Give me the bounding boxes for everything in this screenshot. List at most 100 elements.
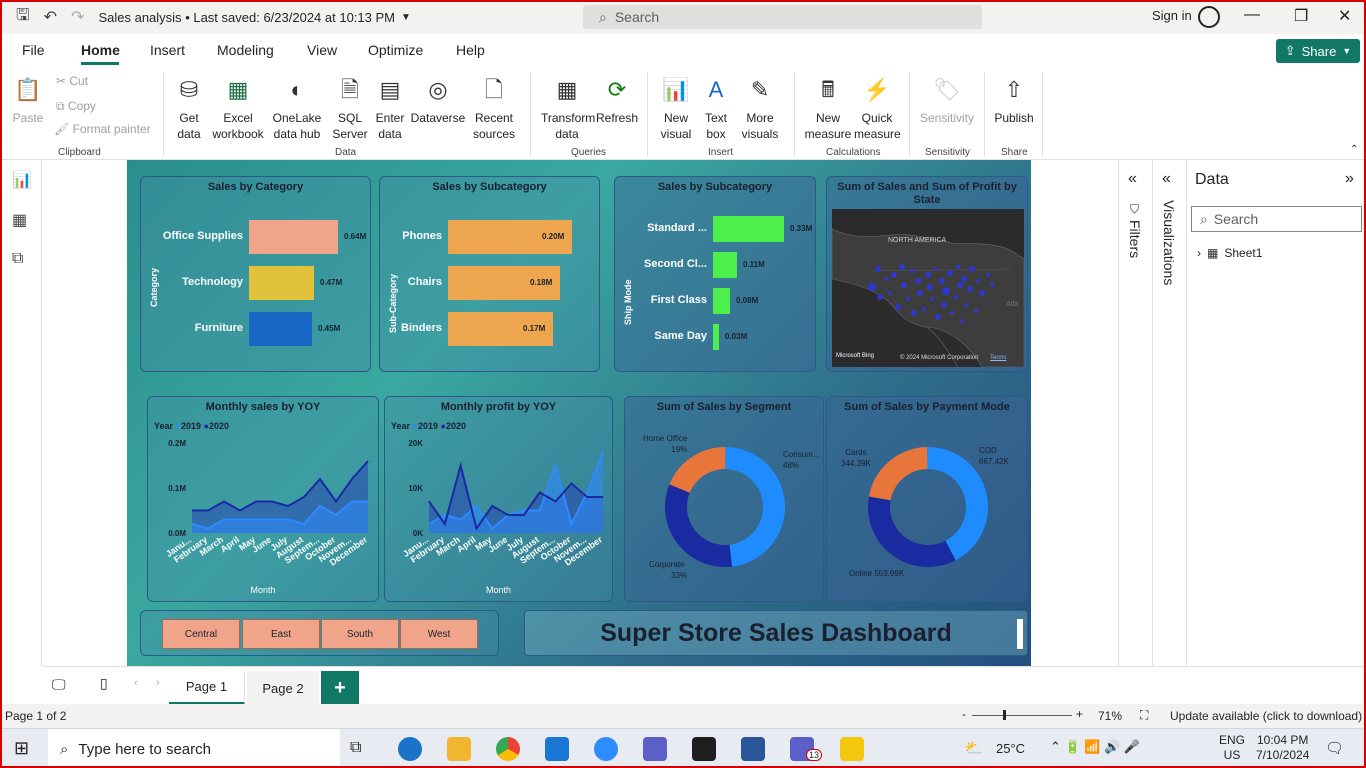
teams-icon[interactable] [643,737,667,761]
tab-optimize[interactable]: Optimize [368,42,423,58]
map-bubble[interactable] [868,283,876,291]
report-view-icon[interactable]: 📊 [12,170,32,190]
map-bubble[interactable] [939,278,945,284]
map-bubble[interactable] [915,278,921,284]
transform-data-button[interactable]: ▦ Transform data [540,74,595,142]
map-bubble[interactable] [877,294,883,300]
document-title[interactable]: Sales analysis • Last saved: 6/23/2024 a… [98,10,395,25]
edge-icon[interactable] [398,737,422,761]
tab-modeling[interactable]: Modeling [217,42,274,58]
map-bubble[interactable] [976,279,980,283]
excel-workbook-button[interactable]: ▦ Excel workbook [209,74,267,142]
mobile-layout-icon[interactable]: ▯ [100,675,108,692]
slicer-east[interactable]: East [242,619,320,649]
sign-in-link[interactable]: Sign in [1152,8,1192,23]
next-page-icon[interactable]: › [156,677,160,689]
map-bubble[interactable] [901,282,907,288]
bar-mark[interactable] [713,252,737,278]
map-bubble[interactable] [935,314,941,320]
desktop-layout-icon[interactable]: 🖵 [52,676,66,693]
new-visual-button[interactable]: 📊 New visual [656,74,696,142]
map-bubble[interactable] [967,286,973,292]
save-icon[interactable]: 🖫 [16,4,30,31]
system-tray-icons[interactable]: ⌃ 🔋 📶 🔊 🎤 [1050,739,1140,755]
onelake-button[interactable]: ◐ OneLake data hub [267,74,327,142]
map-bubble[interactable] [884,277,888,281]
tab-file[interactable]: File [22,42,45,58]
map-bubble[interactable] [950,311,954,315]
map-bubble[interactable] [960,319,964,323]
map-bubble[interactable] [957,282,963,288]
map-bubble[interactable] [875,266,881,272]
task-view-icon[interactable]: ⧉ [350,739,361,757]
zoom-slider-thumb[interactable] [1003,710,1006,720]
collapse-visualizations-icon[interactable]: « [1162,170,1171,188]
collapse-filters-icon[interactable]: « [1128,170,1137,188]
bar-mark[interactable] [249,312,312,346]
data-table-sheet1[interactable]: › ▦ Sheet1 [1197,246,1262,260]
publish-button[interactable]: ⇧ Publish [992,74,1036,126]
map-bubble[interactable] [911,310,917,316]
quick-measure-button[interactable]: ⚡ Quick measure [853,74,901,142]
redo-icon[interactable]: ↷ [71,7,84,27]
donut-slice[interactable] [665,484,733,567]
map-bubble[interactable] [917,290,923,296]
paste-button[interactable]: 📋 Paste [12,74,44,126]
region-slicer[interactable]: Central East South West [140,610,499,656]
webex-icon[interactable] [692,737,716,761]
map-bubble[interactable] [974,309,978,313]
fit-to-page-icon[interactable]: ⛶ [1140,708,1148,723]
map-bubble[interactable] [964,303,968,307]
map-bubble[interactable] [922,307,926,311]
weather-temperature[interactable]: 25°C [996,741,1025,756]
avatar-icon[interactable] [1198,6,1220,28]
donut-slice[interactable] [868,447,928,501]
text-box-button[interactable]: A Text box [698,74,734,142]
title-dropdown-icon[interactable]: ▼ [401,12,411,23]
add-page-button[interactable]: + [321,671,359,705]
bar-mark[interactable] [249,266,314,300]
get-data-button[interactable]: ⛁ Get data [170,74,208,142]
tab-view[interactable]: View [307,42,337,58]
slicer-west[interactable]: West [400,619,478,649]
bar-mark[interactable] [249,220,338,254]
weather-icon[interactable]: ⛅ [964,739,983,757]
map-bubble[interactable] [934,267,938,271]
slicer-south[interactable]: South [321,619,399,649]
tab-insert[interactable]: Insert [150,42,185,58]
map-bubble[interactable] [910,269,914,273]
map-bubble[interactable] [899,264,905,270]
map-terms-link[interactable]: Terms [990,355,1006,361]
table-view-icon[interactable]: ▦ [12,210,27,230]
model-view-icon[interactable]: ⧉ [12,250,23,268]
prev-page-icon[interactable]: ‹ [134,677,138,689]
windows-start-icon[interactable]: ⊞ [14,738,29,759]
map-bubble[interactable] [888,291,892,295]
recent-sources-button[interactable]: 🗋 Recent sources [466,74,522,142]
bar-mark[interactable] [713,324,719,350]
copy-button[interactable]: ⧉ Copy [56,99,96,114]
zoom-out-icon[interactable]: - [962,707,966,721]
donut-slice[interactable] [868,496,956,567]
enter-data-button[interactable]: ▤ Enter data [372,74,408,142]
mail-icon[interactable] [545,737,569,761]
undo-icon[interactable]: ↶ [44,7,57,27]
clock[interactable]: 10:04 PM 7/10/2024 [1256,733,1309,763]
map-bubble[interactable] [954,295,958,299]
data-search-input[interactable]: ⌕ Search [1191,206,1362,232]
text-box-scrollbar[interactable] [1017,619,1023,649]
share-button[interactable]: ⇪ Share ▼ [1276,39,1360,63]
donut-slice[interactable] [725,447,785,567]
sensitivity-button[interactable]: 🏷 Sensitivity [916,74,978,126]
map-bubble[interactable] [969,266,975,272]
bar-mark[interactable] [713,216,784,242]
refresh-button[interactable]: ⟳ Refresh [596,74,638,126]
map-bubble[interactable] [979,290,985,296]
map-bubble[interactable] [990,283,994,287]
format-painter-button[interactable]: 🖌 Format painter [54,122,151,136]
zoom-slider[interactable] [972,715,1072,716]
expand-data-icon[interactable]: » [1345,170,1354,188]
title-search-box[interactable]: ⌕ Search [583,5,982,29]
map-bubble[interactable] [956,265,960,269]
dataverse-button[interactable]: ◎ Dataverse [410,74,466,126]
